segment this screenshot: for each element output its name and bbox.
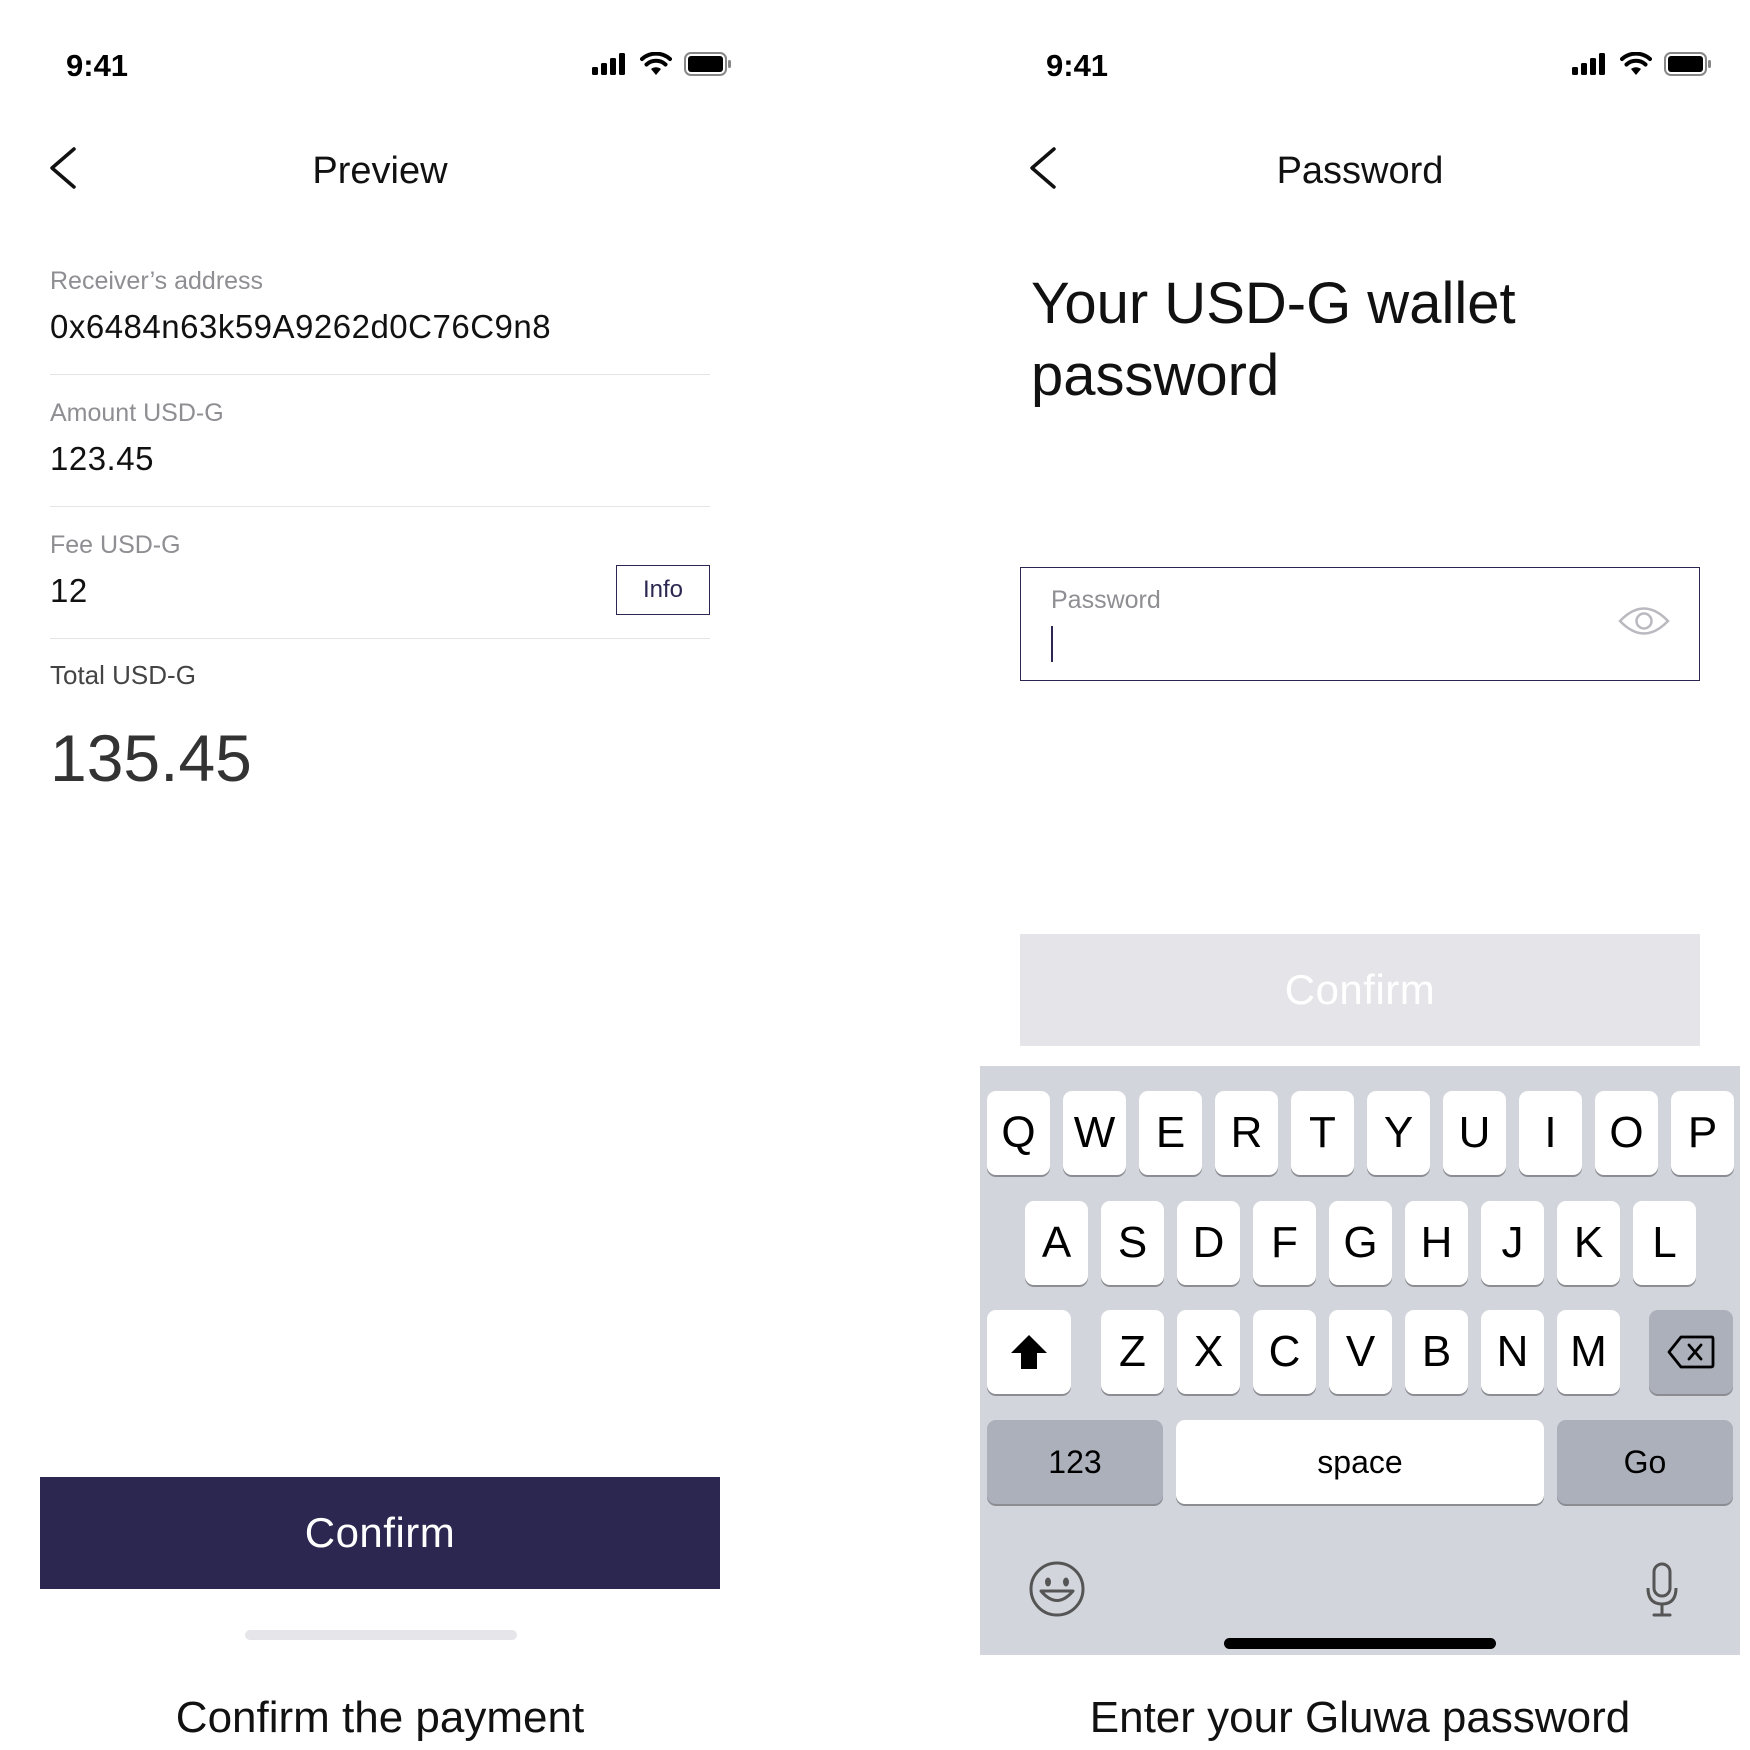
confirm-button-disabled[interactable]: Confirm <box>1020 934 1700 1046</box>
key-n[interactable]: N <box>1481 1310 1544 1394</box>
preview-screen: 9:41 Preview Receiver’s address 0x6484n6… <box>0 10 760 1655</box>
key-b[interactable]: B <box>1405 1310 1468 1394</box>
total-value: 135.45 <box>50 721 252 795</box>
receiver-address-label: Receiver’s address <box>50 267 264 295</box>
battery-icon <box>1664 52 1711 76</box>
key-g[interactable]: G <box>1329 1201 1392 1285</box>
backspace-key[interactable] <box>1649 1310 1733 1394</box>
caption-confirm-payment: Confirm the payment <box>175 1693 585 1742</box>
fee-field: Fee USD-G 12 Info <box>50 531 710 639</box>
dictation-button[interactable] <box>1645 1562 1679 1623</box>
cellular-signal-icon <box>592 53 625 75</box>
key-f[interactable]: F <box>1253 1201 1316 1285</box>
amount-field: Amount USD-G 123.45 <box>50 399 710 507</box>
microphone-icon <box>1646 1562 1678 1617</box>
show-password-toggle[interactable] <box>1617 600 1671 642</box>
key-z[interactable]: Z <box>1101 1310 1164 1394</box>
status-icons <box>592 52 732 76</box>
key-s[interactable]: S <box>1101 1201 1164 1285</box>
confirm-button[interactable]: Confirm <box>40 1477 720 1589</box>
password-screen: 9:41 Password Your USD-G wallet password… <box>980 10 1740 1655</box>
home-indicator <box>1224 1638 1496 1649</box>
wifi-icon <box>640 52 672 75</box>
key-l[interactable]: L <box>1633 1201 1696 1285</box>
key-h[interactable]: H <box>1405 1201 1468 1285</box>
fee-value: 12 <box>50 572 88 609</box>
key-m[interactable]: M <box>1557 1310 1620 1394</box>
emoji-icon <box>1029 1561 1085 1617</box>
cellular-signal-icon <box>1572 53 1605 75</box>
amount-value: 123.45 <box>50 440 154 477</box>
status-icons <box>1572 52 1712 76</box>
emoji-button[interactable] <box>1028 1560 1086 1623</box>
key-u[interactable]: U <box>1443 1091 1506 1175</box>
shift-icon <box>1011 1335 1047 1369</box>
key-w[interactable]: W <box>1063 1091 1126 1175</box>
key-c[interactable]: C <box>1253 1310 1316 1394</box>
key-e[interactable]: E <box>1139 1091 1202 1175</box>
amount-label: Amount USD-G <box>50 399 224 427</box>
key-v[interactable]: V <box>1329 1310 1392 1394</box>
receiver-address-value: 0x6484n63k59A9262d0C76C9n8 <box>50 308 552 345</box>
text-cursor <box>1051 626 1053 662</box>
caption-enter-password: Enter your Gluwa password <box>1089 1693 1631 1742</box>
shift-key[interactable] <box>987 1310 1071 1394</box>
key-o[interactable]: O <box>1595 1091 1658 1175</box>
eye-icon <box>1618 607 1670 635</box>
wifi-icon <box>1620 52 1652 75</box>
fee-info-button[interactable]: Info <box>616 565 710 615</box>
key-t[interactable]: T <box>1291 1091 1354 1175</box>
key-i[interactable]: I <box>1519 1091 1582 1175</box>
go-key[interactable]: Go <box>1557 1420 1733 1504</box>
page-title: Password <box>1276 150 1444 192</box>
home-indicator <box>245 1630 517 1640</box>
total-label: Total USD-G <box>50 660 196 690</box>
keyboard: Q W E R T Y U I O P A S D F G H J K L Z … <box>980 1066 1740 1655</box>
key-r[interactable]: R <box>1215 1091 1278 1175</box>
battery-icon <box>684 52 731 76</box>
key-p[interactable]: P <box>1671 1091 1734 1175</box>
key-q[interactable]: Q <box>987 1091 1050 1175</box>
password-label: Password <box>1051 586 1161 614</box>
space-key[interactable]: space <box>1176 1420 1544 1504</box>
key-x[interactable]: X <box>1177 1310 1240 1394</box>
receiver-address-field: Receiver’s address 0x6484n63k59A9262d0C7… <box>50 267 710 375</box>
numbers-key-label: 123 <box>1048 1443 1102 1480</box>
key-a[interactable]: A <box>1025 1201 1088 1285</box>
status-time: 9:41 <box>66 48 129 83</box>
numbers-key[interactable]: 123 <box>987 1420 1163 1504</box>
headline: Your USD-G wallet password <box>1031 271 1516 408</box>
space-key-label: space <box>1317 1443 1403 1480</box>
key-k[interactable]: K <box>1557 1201 1620 1285</box>
key-y[interactable]: Y <box>1367 1091 1430 1175</box>
key-d[interactable]: D <box>1177 1201 1240 1285</box>
go-key-label: Go <box>1623 1443 1667 1480</box>
password-field[interactable]: Password <box>1020 567 1700 681</box>
page-title: Preview <box>312 150 448 192</box>
fee-label: Fee USD-G <box>50 531 181 559</box>
backspace-icon <box>1667 1335 1715 1369</box>
status-time: 9:41 <box>1046 48 1109 83</box>
key-j[interactable]: J <box>1481 1201 1544 1285</box>
